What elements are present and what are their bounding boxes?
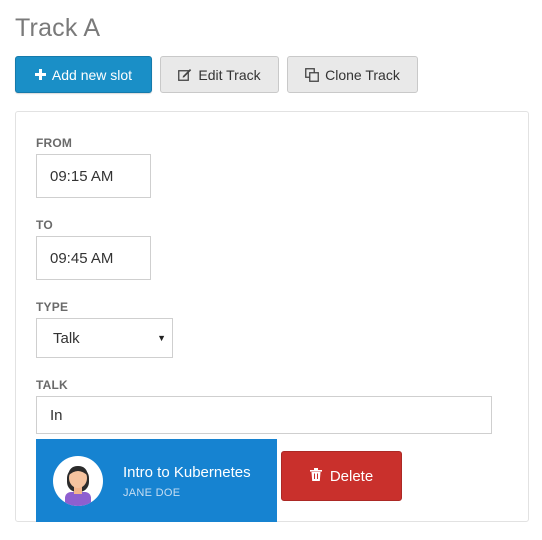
- dropdown-arrow-icon: ▼: [157, 333, 166, 343]
- talk-label: TALK: [36, 378, 68, 392]
- add-new-slot-button[interactable]: Add new slot: [15, 56, 152, 93]
- from-label: FROM: [36, 136, 73, 150]
- clone-track-label: Clone Track: [325, 66, 400, 83]
- edit-icon: [178, 68, 192, 81]
- copy-icon: [305, 67, 320, 82]
- to-label: TO: [36, 218, 53, 232]
- talk-search-input[interactable]: In: [36, 396, 492, 434]
- plus-icon: [34, 69, 46, 80]
- type-select-value: Talk: [53, 329, 80, 347]
- delete-label: Delete: [329, 467, 374, 485]
- to-time-input[interactable]: 09:45 AM: [36, 236, 151, 280]
- talk-suggestion-title: Intro to Kubernetes: [123, 464, 251, 481]
- type-label: TYPE: [36, 300, 69, 314]
- edit-track-label: Edit Track: [198, 66, 261, 83]
- edit-track-button[interactable]: Edit Track: [160, 56, 279, 93]
- talk-suggestion-speaker: JANE DOE: [123, 487, 181, 499]
- delete-button[interactable]: Delete: [281, 451, 402, 501]
- trash-icon: [309, 467, 322, 485]
- talk-suggestion-item[interactable]: Intro to Kubernetes JANE DOE: [36, 439, 277, 522]
- avatar: [53, 456, 103, 506]
- clone-track-button[interactable]: Clone Track: [287, 56, 418, 93]
- type-select[interactable]: Talk ▼: [36, 318, 173, 358]
- from-time-input[interactable]: 09:15 AM: [36, 154, 151, 198]
- add-new-slot-label: Add new slot: [51, 66, 133, 83]
- page-title: Track A: [15, 14, 101, 42]
